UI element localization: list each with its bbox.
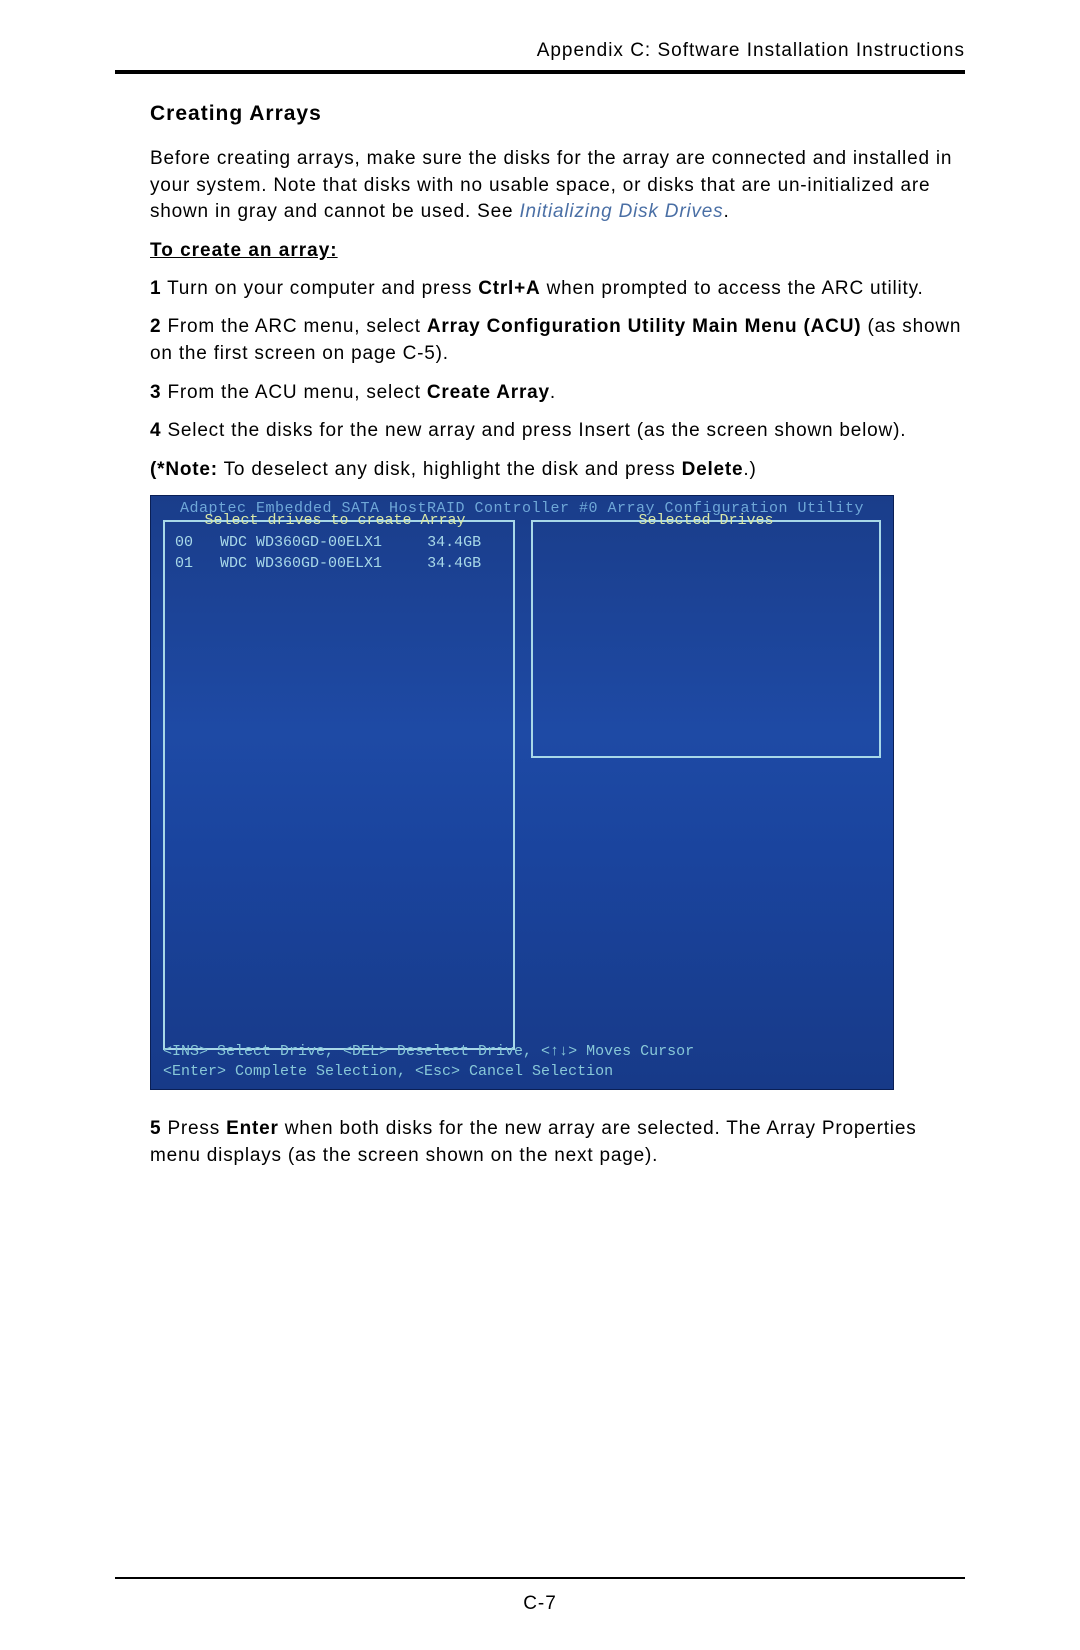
page-footer: C-7 — [0, 1577, 1080, 1615]
note: (*Note: To deselect any disk, highlight … — [150, 457, 965, 484]
header-rule — [115, 70, 965, 74]
note-text: To deselect any disk, highlight the disk… — [218, 459, 682, 480]
step-num: 2 — [150, 316, 161, 337]
step-3: 3 From the ACU menu, select Create Array… — [150, 380, 965, 407]
intro-paragraph: Before creating arrays, make sure the di… — [150, 146, 965, 226]
step-5: 5 Press Enter when both disks for the ne… — [150, 1116, 965, 1169]
bios-right-panel-title: Selected Drives — [634, 512, 777, 529]
subheading: To create an array: — [150, 240, 965, 262]
step-1: 1 Turn on your computer and press Ctrl+A… — [150, 276, 965, 303]
note-key: Delete — [682, 459, 744, 480]
step-text: From the ARC menu, select — [161, 316, 427, 337]
page-header: Appendix C: Software Installation Instru… — [115, 40, 965, 70]
step-num: 3 — [150, 382, 161, 403]
drive-model: WDC WD360GD-00ELX1 — [220, 555, 382, 572]
bios-right-panel: Selected Drives — [531, 520, 881, 758]
intro-link[interactable]: Initializing Disk Drives — [519, 201, 723, 222]
step-text: Select the disks for the new array and p… — [161, 420, 906, 441]
step-text: From the ACU menu, select — [161, 382, 427, 403]
drive-id: 01 — [175, 555, 193, 572]
step-key: Enter — [226, 1118, 279, 1139]
drive-row[interactable]: 00 WDC WD360GD-00ELX1 34.4GB — [165, 532, 513, 553]
step-2: 2 From the ARC menu, select Array Config… — [150, 314, 965, 367]
drive-size: 34.4GB — [427, 555, 481, 572]
step-text: Turn on your computer and press — [161, 278, 478, 299]
note-end: .) — [743, 459, 756, 480]
drive-size: 34.4GB — [427, 534, 481, 551]
bios-left-panel: Select drives to create Array 00 WDC WD3… — [163, 520, 515, 1050]
step-num: 1 — [150, 278, 161, 299]
bios-screenshot: Adaptec Embedded SATA HostRAID Controlle… — [150, 495, 894, 1090]
note-label: (*Note: — [150, 459, 218, 480]
section-title: Creating Arrays — [150, 102, 965, 126]
step-key: Ctrl+A — [478, 278, 540, 299]
bios-footer-line-2: <Enter> Complete Selection, <Esc> Cancel… — [163, 1062, 694, 1082]
step-text-end: . — [550, 382, 556, 403]
content-area: Creating Arrays Before creating arrays, … — [115, 102, 965, 1170]
bios-footer: <INS> Select Drive, <DEL> Deselect Drive… — [163, 1042, 694, 1081]
drive-model: WDC WD360GD-00ELX1 — [220, 534, 382, 551]
drive-row[interactable]: 01 WDC WD360GD-00ELX1 34.4GB — [165, 553, 513, 574]
bios-left-panel-title: Select drives to create Array — [195, 512, 475, 529]
footer-rule — [115, 1577, 965, 1579]
page-number: C-7 — [0, 1593, 1080, 1615]
step-num: 5 — [150, 1118, 161, 1139]
step-num: 4 — [150, 420, 161, 441]
step-bold: Create Array — [427, 382, 550, 403]
intro-text-2: . — [723, 201, 729, 222]
drive-id: 00 — [175, 534, 193, 551]
drive-list: 00 WDC WD360GD-00ELX1 34.4GB 01 WDC WD36… — [165, 532, 513, 574]
step-text-end: when prompted to access the ARC utility. — [541, 278, 924, 299]
step-bold: Array Configuration Utility Main Menu (A… — [427, 316, 861, 337]
step-4: 4 Select the disks for the new array and… — [150, 418, 965, 445]
step-text: Press — [161, 1118, 226, 1139]
bios-footer-line-1: <INS> Select Drive, <DEL> Deselect Drive… — [163, 1042, 694, 1062]
